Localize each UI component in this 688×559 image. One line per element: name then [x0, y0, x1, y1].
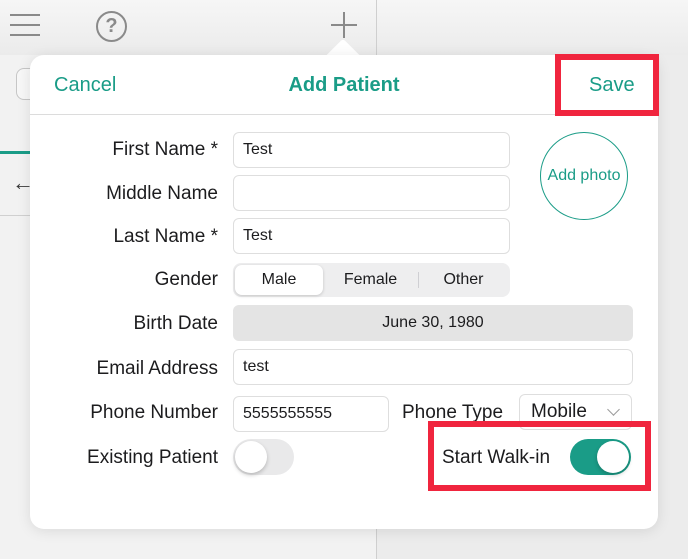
- gender-option-female[interactable]: Female: [325, 265, 416, 295]
- popover-title: Add Patient: [288, 74, 400, 96]
- chevron-down-icon: [607, 403, 620, 416]
- last-name-label: Last Name *: [113, 226, 218, 247]
- start-walk-in-label: Start Walk-in: [442, 447, 551, 468]
- birth-date-picker[interactable]: June 30, 1980: [233, 305, 633, 341]
- gender-option-male[interactable]: Male: [235, 265, 323, 295]
- email-label: Email Address: [96, 358, 218, 379]
- save-button[interactable]: Save: [589, 74, 635, 97]
- toggle-knob: [235, 441, 267, 473]
- first-name-label: First Name *: [112, 139, 218, 160]
- phone-number-label: Phone Number: [90, 402, 218, 423]
- background-tab-indicator: [0, 151, 32, 154]
- toggle-knob: [597, 441, 629, 473]
- email-input[interactable]: [233, 349, 633, 385]
- gender-segmented-control: Male Female Other: [233, 263, 510, 297]
- middle-name-input[interactable]: [233, 175, 510, 211]
- middle-name-label: Middle Name: [106, 183, 218, 204]
- phone-number-input[interactable]: [233, 396, 389, 432]
- phone-type-label: Phone Type: [402, 402, 504, 423]
- add-icon[interactable]: [331, 12, 357, 38]
- add-photo-button[interactable]: Add photo: [540, 132, 628, 220]
- last-name-input[interactable]: [233, 218, 510, 254]
- birth-date-label: Birth Date: [133, 313, 218, 334]
- start-walk-in-toggle[interactable]: [570, 439, 631, 475]
- existing-patient-label: Existing Patient: [87, 447, 218, 468]
- background-divider: [0, 215, 32, 216]
- menu-icon[interactable]: [10, 14, 40, 38]
- gender-option-other[interactable]: Other: [419, 265, 508, 295]
- cancel-button[interactable]: Cancel: [54, 74, 116, 97]
- popover-nav-bar: Add Patient Cancel Save: [30, 55, 658, 115]
- gender-label: Gender: [154, 269, 218, 290]
- phone-type-value: Mobile: [531, 401, 587, 422]
- first-name-input[interactable]: [233, 132, 510, 168]
- help-icon[interactable]: ?: [96, 11, 127, 42]
- existing-patient-toggle[interactable]: [233, 439, 294, 475]
- phone-type-select[interactable]: Mobile: [519, 394, 632, 430]
